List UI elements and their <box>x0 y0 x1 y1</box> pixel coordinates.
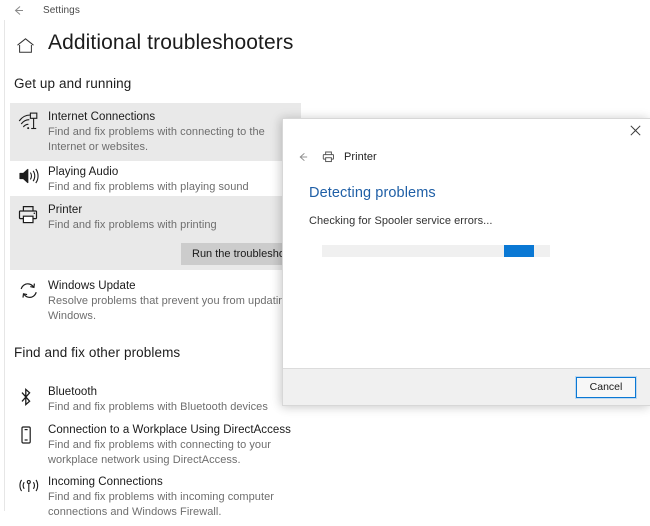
bluetooth-icon <box>18 385 48 407</box>
dialog-titlebar <box>283 119 650 145</box>
close-icon[interactable] <box>620 119 650 141</box>
troubleshooter-name: Incoming Connections <box>48 476 163 488</box>
incoming-connections-icon <box>18 475 48 495</box>
troubleshooter-name: Bluetooth <box>48 386 98 398</box>
back-arrow-icon[interactable] <box>293 148 313 166</box>
progress-bar <box>322 245 550 257</box>
troubleshooter-text: Connection to a Workplace Using DirectAc… <box>48 423 301 467</box>
troubleshooter-item-windows-update[interactable]: Windows Update Resolve problems that pre… <box>10 272 301 330</box>
dialog-footer: Cancel <box>283 368 650 405</box>
troubleshooter-text: Incoming Connections Find and fix proble… <box>48 475 301 519</box>
progress-status-text: Checking for Spooler service errors... <box>309 215 493 227</box>
settings-title: Settings <box>43 4 80 16</box>
section-heading-find-and-fix-other-problems: Find and fix other problems <box>14 345 181 360</box>
workplace-device-icon <box>18 423 48 445</box>
back-arrow-icon[interactable] <box>5 1 31 19</box>
troubleshooter-description: Resolve problems that prevent you from u… <box>48 295 291 322</box>
troubleshooter-text: Playing Audio Find and fix problems with… <box>48 165 301 195</box>
troubleshooter-text: Internet Connections Find and fix proble… <box>48 110 301 154</box>
nav-pane-divider <box>4 18 5 511</box>
troubleshooter-name: Internet Connections <box>48 111 156 123</box>
page-title: Additional troubleshooters <box>48 31 294 54</box>
troubleshooter-description: Find and fix problems with connecting to… <box>48 439 271 466</box>
dialog-body: Detecting problems Checking for Spooler … <box>283 167 650 368</box>
detecting-problems-heading: Detecting problems <box>309 185 436 201</box>
printer-icon <box>18 203 48 225</box>
troubleshooter-description: Find and fix problems with incoming comp… <box>48 491 274 518</box>
troubleshooter-text: Printer Find and fix problems with print… <box>48 203 301 233</box>
troubleshooter-description: Find and fix problems with Bluetooth dev… <box>48 401 268 413</box>
printer-troubleshooter-dialog: Printer Detecting problems Checking for … <box>282 118 650 406</box>
troubleshooter-text: Windows Update Resolve problems that pre… <box>48 279 301 323</box>
troubleshooter-description: Find and fix problems with playing sound <box>48 181 249 193</box>
windows-update-icon <box>18 279 48 301</box>
troubleshooter-item-incoming-connections[interactable]: Incoming Connections Find and fix proble… <box>10 468 301 526</box>
troubleshooter-item-bluetooth[interactable]: Bluetooth Find and fix problems with Blu… <box>10 378 301 422</box>
page-heading: Additional troubleshooters <box>14 28 293 58</box>
troubleshooter-text: Bluetooth Find and fix problems with Blu… <box>48 385 301 415</box>
troubleshooter-item-internet-connections[interactable]: Internet Connections Find and fix proble… <box>10 103 301 161</box>
troubleshooter-name: Connection to a Workplace Using DirectAc… <box>48 424 291 436</box>
home-icon[interactable] <box>14 32 36 54</box>
cancel-button[interactable]: Cancel <box>575 375 637 399</box>
printer-icon <box>319 149 339 165</box>
troubleshooter-name: Playing Audio <box>48 166 119 178</box>
internet-connections-icon <box>18 110 48 131</box>
troubleshooter-item-playing-audio[interactable]: Playing Audio Find and fix problems with… <box>10 158 301 202</box>
troubleshooter-name: Printer <box>48 204 83 216</box>
troubleshooter-description: Find and fix problems with connecting to… <box>48 126 265 153</box>
dialog-nav-row: Printer <box>283 147 650 167</box>
settings-titlebar: Settings <box>0 0 650 20</box>
dialog-header-title: Printer <box>344 151 377 163</box>
playing-audio-icon <box>18 165 48 185</box>
troubleshooter-item-directaccess[interactable]: Connection to a Workplace Using DirectAc… <box>10 416 301 474</box>
troubleshooter-description: Find and fix problems with printing <box>48 219 217 231</box>
progress-bar-chunk <box>504 245 535 257</box>
section-heading-get-up-and-running: Get up and running <box>14 76 132 91</box>
troubleshooter-name: Windows Update <box>48 280 136 292</box>
